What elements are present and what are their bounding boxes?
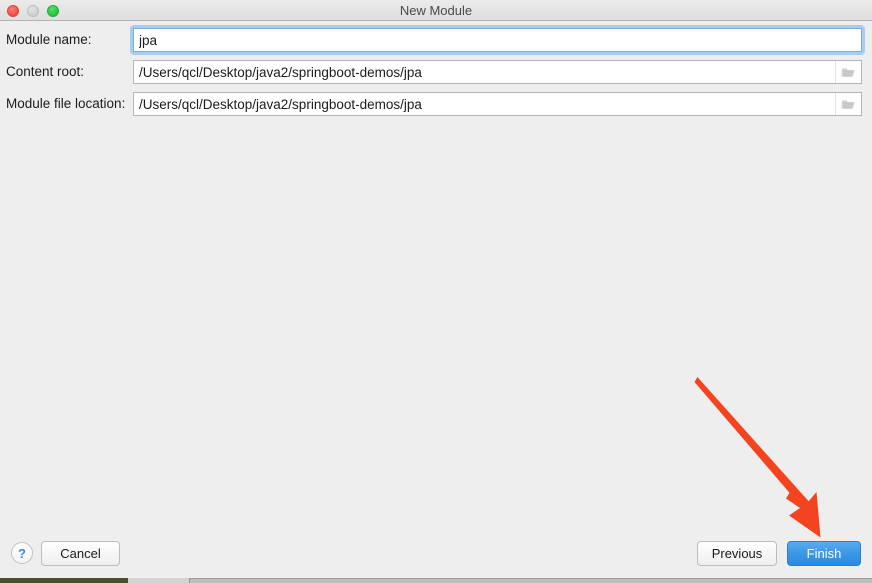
background-window-segment bbox=[0, 578, 128, 583]
title-bar: New Module bbox=[0, 0, 872, 21]
window-title: New Module bbox=[399, 3, 473, 18]
background-window-segment-2 bbox=[128, 578, 190, 583]
help-button[interactable]: ? bbox=[11, 542, 33, 564]
content-root-browse-button[interactable] bbox=[835, 61, 861, 83]
previous-button[interactable]: Previous bbox=[697, 541, 777, 566]
finish-button[interactable]: Finish bbox=[787, 541, 861, 566]
module-name-field-wrap bbox=[130, 25, 865, 55]
content-root-label: Content root: bbox=[6, 64, 85, 79]
module-file-location-browse-button[interactable] bbox=[835, 93, 861, 115]
module-file-location-label: Module file location: bbox=[6, 96, 126, 111]
form-row-module-name: Module name: bbox=[0, 25, 872, 55]
new-module-dialog: New Module Module name: Content root: bbox=[0, 0, 872, 583]
content-root-input[interactable] bbox=[133, 60, 862, 84]
background-window-divider bbox=[189, 578, 190, 583]
cancel-button[interactable]: Cancel bbox=[41, 541, 120, 566]
folder-icon bbox=[841, 98, 856, 111]
module-file-location-field-wrap bbox=[133, 92, 862, 116]
module-name-label: Module name: bbox=[6, 32, 92, 47]
folder-icon bbox=[841, 66, 856, 79]
form-row-module-file-location: Module file location: bbox=[0, 92, 872, 116]
module-file-location-input[interactable] bbox=[133, 92, 862, 116]
red-arrow-annotation bbox=[694, 377, 821, 538]
form-row-content-root: Content root: bbox=[0, 60, 872, 84]
content-root-field-wrap bbox=[133, 60, 862, 84]
module-name-input[interactable] bbox=[133, 28, 862, 52]
